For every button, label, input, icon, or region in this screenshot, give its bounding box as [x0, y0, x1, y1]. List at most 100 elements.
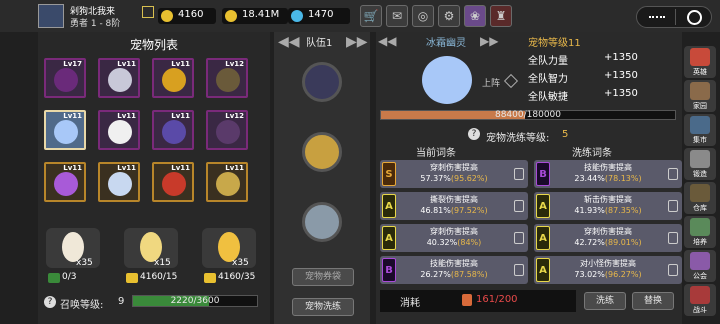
affix-name: 撕裂伤害提高: [430, 195, 478, 204]
refine-level-label: 宠物洗练等级:: [486, 133, 550, 144]
more-icon[interactable]: [649, 16, 665, 18]
pet-slot[interactable]: Lv11: [152, 162, 194, 202]
side-nav-icon: [690, 286, 710, 304]
side-nav-item[interactable]: 培养: [684, 216, 716, 248]
team-tab[interactable]: 队伍1: [306, 34, 332, 49]
team-slot[interactable]: [302, 202, 342, 242]
lock-icon[interactable]: [668, 200, 678, 212]
affix-card[interactable]: B 技能伤害提高 23.44%(78.13%): [534, 160, 682, 188]
pet-list-panel: 宠物列表 Lv17 Lv11 Lv11 Lv12 Lv11 Lv11 Lv11 Lv12 Lv1…: [38, 32, 270, 324]
next-pet-icon[interactable]: ▶▶: [480, 34, 500, 48]
affix-grade: B: [536, 162, 550, 186]
side-nav-label: 战斗: [693, 306, 707, 314]
lock-icon[interactable]: [668, 232, 678, 244]
team-slot[interactable]: [302, 132, 342, 172]
player-rank: 勇者 1 - 8阶: [70, 19, 121, 29]
egg-count: x35: [76, 258, 93, 268]
summon-level-value: 9: [118, 296, 125, 307]
pet-level: 宠物等级11: [528, 38, 581, 49]
affix-values: 57.37%(95.62%): [400, 174, 508, 183]
pet-slot[interactable]: Lv12: [206, 110, 248, 150]
replace-button[interactable]: 替换: [632, 292, 674, 310]
pet-art: [216, 120, 240, 144]
side-nav-label: 锻造: [693, 170, 707, 178]
side-nav-item[interactable]: 集市: [684, 114, 716, 146]
affix-values: 73.02%(96.27%): [554, 270, 662, 279]
side-nav-item[interactable]: 仓库: [684, 182, 716, 214]
summon-level-label: 召唤等级:: [60, 300, 104, 311]
prev-team-icon[interactable]: ◀◀: [278, 34, 300, 50]
exp-bar: 88400/180000: [380, 110, 676, 120]
refine-level-value: 5: [562, 129, 569, 140]
affix-card[interactable]: B 技能伤害提高 26.27%(87.58%): [380, 256, 528, 284]
affix-card[interactable]: A 斩击伤害提高 41.93%(87.35%): [534, 192, 682, 220]
side-nav-item[interactable]: 家园: [684, 80, 716, 112]
pet-slot[interactable]: Lv11: [98, 162, 140, 202]
prev-pet-icon[interactable]: ◀◀: [378, 34, 398, 48]
pet-slot-level: Lv11: [63, 112, 82, 120]
side-nav-icon: [690, 184, 710, 202]
team-slot[interactable]: [302, 62, 342, 102]
help-icon[interactable]: ?: [44, 296, 56, 308]
egg-cost: 4160/15: [140, 272, 178, 282]
player-avatar[interactable]: [38, 4, 64, 28]
affix-range: (96.27%): [604, 270, 642, 279]
lock-icon[interactable]: [668, 264, 678, 276]
resource-egg-value: 4160: [178, 9, 204, 20]
gear-icon[interactable]: ⚙: [438, 5, 460, 27]
pet-slot[interactable]: Lv11: [152, 110, 194, 150]
pet-tokens-button[interactable]: 宠物券袋: [292, 268, 354, 286]
egg-count: x35: [232, 258, 249, 268]
side-nav-label: 集市: [693, 136, 707, 144]
gift-icon[interactable]: ❀: [464, 5, 486, 27]
exp-text: 88400/180000: [494, 110, 562, 120]
affix-grade: A: [382, 194, 396, 218]
edit-icon[interactable]: [142, 6, 154, 18]
deploy-toggle[interactable]: [503, 73, 519, 89]
gamepad-icon[interactable]: ◎: [412, 5, 434, 27]
pet-slot[interactable]: Lv11: [98, 110, 140, 150]
lock-icon[interactable]: [514, 264, 524, 276]
pet-refine-button[interactable]: 宠物洗练: [292, 298, 354, 316]
pet-art: [108, 120, 132, 144]
pet-slot-level: Lv11: [171, 164, 190, 172]
affix-range: (78.13%): [604, 174, 642, 183]
lock-icon[interactable]: [514, 168, 524, 180]
affix-card[interactable]: A 穿刺伤害提高 40.32%(84%): [380, 224, 528, 252]
affix-percent: 41.93%: [574, 206, 605, 215]
pet-slot[interactable]: Lv11: [206, 162, 248, 202]
shop-icon[interactable]: 🛒: [360, 5, 382, 27]
pet-slot[interactable]: Lv17: [44, 58, 86, 98]
capsule-divider: [675, 9, 676, 25]
refine-button[interactable]: 洗练: [584, 292, 626, 310]
close-miniprogram-icon[interactable]: [687, 10, 702, 25]
affix-card[interactable]: A 对小怪伤害提高 73.02%(96.27%): [534, 256, 682, 284]
pet-slot[interactable]: Lv11: [44, 110, 86, 150]
affix-name: 技能伤害提高: [584, 163, 632, 172]
pet-slot[interactable]: Lv11: [98, 58, 140, 98]
event-icon[interactable]: ♜: [490, 5, 512, 27]
mail-icon[interactable]: ✉: [386, 5, 408, 27]
stat-label: 全队敏捷: [528, 92, 568, 103]
affix-card[interactable]: A 穿刺伤害提高 42.72%(89.01%): [534, 224, 682, 252]
side-nav-item[interactable]: 英雄: [684, 46, 716, 78]
lock-icon[interactable]: [668, 168, 678, 180]
lock-icon[interactable]: [514, 232, 524, 244]
pet-slot[interactable]: Lv12: [206, 58, 248, 98]
affix-range: (97.52%): [450, 206, 488, 215]
next-team-icon[interactable]: ▶▶: [346, 34, 368, 50]
side-nav-item[interactable]: 战斗: [684, 284, 716, 316]
side-nav-label: 家园: [693, 102, 707, 110]
affix-percent: 42.72%: [574, 238, 605, 247]
affix-card[interactable]: S 穿刺伤害提高 57.37%(95.62%): [380, 160, 528, 188]
side-nav-item[interactable]: 公会: [684, 250, 716, 282]
pet-slot[interactable]: Lv11: [152, 58, 194, 98]
refine-help-icon[interactable]: ?: [468, 128, 480, 140]
side-nav-item[interactable]: 锻造: [684, 148, 716, 180]
resource-diamond-value: 1470: [308, 9, 334, 20]
side-nav-icon: [690, 252, 710, 270]
lock-icon[interactable]: [514, 200, 524, 212]
deploy-label: 上阵: [482, 79, 501, 89]
pet-slot[interactable]: Lv11: [44, 162, 86, 202]
affix-card[interactable]: A 撕裂伤害提高 46.81%(97.52%): [380, 192, 528, 220]
